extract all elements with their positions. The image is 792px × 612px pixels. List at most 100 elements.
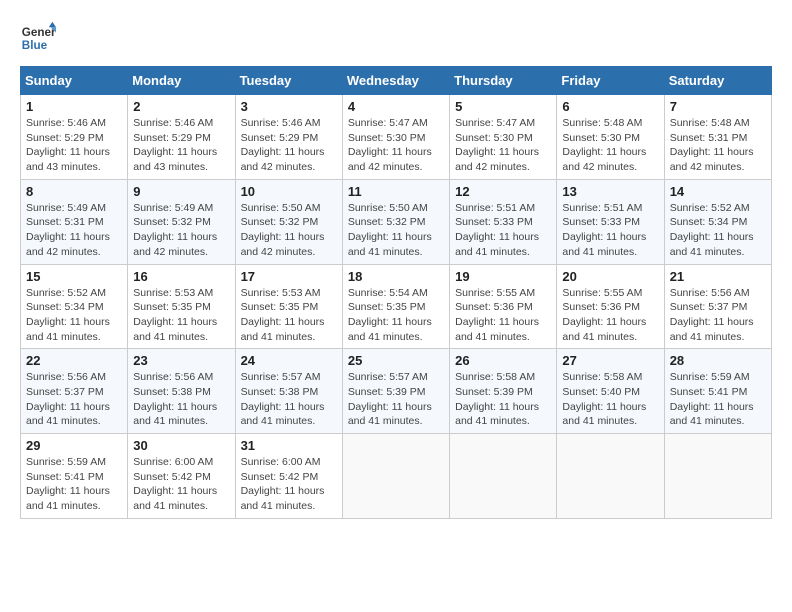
- day-detail: Sunrise: 5:58 AMSunset: 5:39 PMDaylight:…: [455, 371, 539, 427]
- calendar-day-cell: 16 Sunrise: 5:53 AMSunset: 5:35 PMDaylig…: [128, 264, 235, 349]
- calendar-day-cell: 20 Sunrise: 5:55 AMSunset: 5:36 PMDaylig…: [557, 264, 664, 349]
- calendar-day-cell: 6 Sunrise: 5:48 AMSunset: 5:30 PMDayligh…: [557, 95, 664, 180]
- calendar-day-cell: 14 Sunrise: 5:52 AMSunset: 5:34 PMDaylig…: [664, 179, 771, 264]
- day-detail: Sunrise: 5:54 AMSunset: 5:35 PMDaylight:…: [348, 287, 432, 343]
- day-number: 5: [455, 99, 551, 114]
- calendar-day-cell: 17 Sunrise: 5:53 AMSunset: 5:35 PMDaylig…: [235, 264, 342, 349]
- day-number: 3: [241, 99, 337, 114]
- calendar-body: 1 Sunrise: 5:46 AMSunset: 5:29 PMDayligh…: [21, 95, 772, 519]
- day-number: 19: [455, 269, 551, 284]
- day-number: 10: [241, 184, 337, 199]
- day-number: 27: [562, 353, 658, 368]
- weekday-header-cell: Friday: [557, 67, 664, 95]
- day-detail: Sunrise: 6:00 AMSunset: 5:42 PMDaylight:…: [241, 456, 325, 512]
- weekday-header-cell: Sunday: [21, 67, 128, 95]
- calendar-day-cell: 22 Sunrise: 5:56 AMSunset: 5:37 PMDaylig…: [21, 349, 128, 434]
- day-number: 6: [562, 99, 658, 114]
- day-number: 17: [241, 269, 337, 284]
- day-detail: Sunrise: 5:53 AMSunset: 5:35 PMDaylight:…: [133, 287, 217, 343]
- calendar-day-cell: 9 Sunrise: 5:49 AMSunset: 5:32 PMDayligh…: [128, 179, 235, 264]
- day-number: 7: [670, 99, 766, 114]
- weekday-header-cell: Wednesday: [342, 67, 449, 95]
- calendar-day-cell: 31 Sunrise: 6:00 AMSunset: 5:42 PMDaylig…: [235, 434, 342, 519]
- calendar-day-cell: 4 Sunrise: 5:47 AMSunset: 5:30 PMDayligh…: [342, 95, 449, 180]
- logo-icon: General Blue: [20, 20, 56, 56]
- calendar-day-cell: 19 Sunrise: 5:55 AMSunset: 5:36 PMDaylig…: [450, 264, 557, 349]
- calendar-day-cell: 1 Sunrise: 5:46 AMSunset: 5:29 PMDayligh…: [21, 95, 128, 180]
- weekday-header-cell: Tuesday: [235, 67, 342, 95]
- calendar-day-cell: 3 Sunrise: 5:46 AMSunset: 5:29 PMDayligh…: [235, 95, 342, 180]
- day-detail: Sunrise: 5:52 AMSunset: 5:34 PMDaylight:…: [26, 287, 110, 343]
- calendar-day-cell: 29 Sunrise: 5:59 AMSunset: 5:41 PMDaylig…: [21, 434, 128, 519]
- day-number: 15: [26, 269, 122, 284]
- day-number: 14: [670, 184, 766, 199]
- day-detail: Sunrise: 6:00 AMSunset: 5:42 PMDaylight:…: [133, 456, 217, 512]
- day-detail: Sunrise: 5:56 AMSunset: 5:38 PMDaylight:…: [133, 371, 217, 427]
- day-number: 21: [670, 269, 766, 284]
- day-number: 25: [348, 353, 444, 368]
- weekday-header-cell: Saturday: [664, 67, 771, 95]
- calendar-day-cell: 28 Sunrise: 5:59 AMSunset: 5:41 PMDaylig…: [664, 349, 771, 434]
- day-detail: Sunrise: 5:53 AMSunset: 5:35 PMDaylight:…: [241, 287, 325, 343]
- calendar-table: SundayMondayTuesdayWednesdayThursdayFrid…: [20, 66, 772, 519]
- day-number: 30: [133, 438, 229, 453]
- day-detail: Sunrise: 5:47 AMSunset: 5:30 PMDaylight:…: [348, 117, 432, 173]
- weekday-header-row: SundayMondayTuesdayWednesdayThursdayFrid…: [21, 67, 772, 95]
- day-detail: Sunrise: 5:59 AMSunset: 5:41 PMDaylight:…: [670, 371, 754, 427]
- svg-text:Blue: Blue: [22, 39, 48, 52]
- calendar-week-row: 1 Sunrise: 5:46 AMSunset: 5:29 PMDayligh…: [21, 95, 772, 180]
- calendar-day-cell: 30 Sunrise: 6:00 AMSunset: 5:42 PMDaylig…: [128, 434, 235, 519]
- day-detail: Sunrise: 5:48 AMSunset: 5:31 PMDaylight:…: [670, 117, 754, 173]
- weekday-header-cell: Monday: [128, 67, 235, 95]
- day-detail: Sunrise: 5:59 AMSunset: 5:41 PMDaylight:…: [26, 456, 110, 512]
- calendar-day-cell: [342, 434, 449, 519]
- day-detail: Sunrise: 5:55 AMSunset: 5:36 PMDaylight:…: [455, 287, 539, 343]
- calendar-day-cell: [664, 434, 771, 519]
- day-number: 29: [26, 438, 122, 453]
- calendar-day-cell: 15 Sunrise: 5:52 AMSunset: 5:34 PMDaylig…: [21, 264, 128, 349]
- day-number: 24: [241, 353, 337, 368]
- day-number: 22: [26, 353, 122, 368]
- calendar-day-cell: 21 Sunrise: 5:56 AMSunset: 5:37 PMDaylig…: [664, 264, 771, 349]
- day-number: 2: [133, 99, 229, 114]
- day-detail: Sunrise: 5:47 AMSunset: 5:30 PMDaylight:…: [455, 117, 539, 173]
- logo: General Blue: [20, 20, 56, 56]
- calendar-day-cell: 27 Sunrise: 5:58 AMSunset: 5:40 PMDaylig…: [557, 349, 664, 434]
- day-detail: Sunrise: 5:56 AMSunset: 5:37 PMDaylight:…: [26, 371, 110, 427]
- calendar-day-cell: 2 Sunrise: 5:46 AMSunset: 5:29 PMDayligh…: [128, 95, 235, 180]
- calendar-day-cell: 18 Sunrise: 5:54 AMSunset: 5:35 PMDaylig…: [342, 264, 449, 349]
- day-number: 8: [26, 184, 122, 199]
- day-number: 23: [133, 353, 229, 368]
- day-detail: Sunrise: 5:57 AMSunset: 5:38 PMDaylight:…: [241, 371, 325, 427]
- calendar-day-cell: 5 Sunrise: 5:47 AMSunset: 5:30 PMDayligh…: [450, 95, 557, 180]
- day-number: 11: [348, 184, 444, 199]
- calendar-day-cell: 10 Sunrise: 5:50 AMSunset: 5:32 PMDaylig…: [235, 179, 342, 264]
- calendar-week-row: 29 Sunrise: 5:59 AMSunset: 5:41 PMDaylig…: [21, 434, 772, 519]
- day-detail: Sunrise: 5:52 AMSunset: 5:34 PMDaylight:…: [670, 202, 754, 258]
- weekday-header-cell: Thursday: [450, 67, 557, 95]
- calendar-day-cell: 24 Sunrise: 5:57 AMSunset: 5:38 PMDaylig…: [235, 349, 342, 434]
- svg-text:General: General: [22, 26, 56, 39]
- day-detail: Sunrise: 5:50 AMSunset: 5:32 PMDaylight:…: [241, 202, 325, 258]
- day-number: 31: [241, 438, 337, 453]
- header: General Blue: [20, 20, 772, 56]
- day-number: 13: [562, 184, 658, 199]
- day-number: 12: [455, 184, 551, 199]
- day-detail: Sunrise: 5:46 AMSunset: 5:29 PMDaylight:…: [133, 117, 217, 173]
- calendar-day-cell: 13 Sunrise: 5:51 AMSunset: 5:33 PMDaylig…: [557, 179, 664, 264]
- calendar-day-cell: 26 Sunrise: 5:58 AMSunset: 5:39 PMDaylig…: [450, 349, 557, 434]
- calendar-day-cell: 25 Sunrise: 5:57 AMSunset: 5:39 PMDaylig…: [342, 349, 449, 434]
- day-detail: Sunrise: 5:51 AMSunset: 5:33 PMDaylight:…: [562, 202, 646, 258]
- day-number: 18: [348, 269, 444, 284]
- day-detail: Sunrise: 5:57 AMSunset: 5:39 PMDaylight:…: [348, 371, 432, 427]
- calendar-day-cell: 8 Sunrise: 5:49 AMSunset: 5:31 PMDayligh…: [21, 179, 128, 264]
- calendar-day-cell: [450, 434, 557, 519]
- day-number: 20: [562, 269, 658, 284]
- calendar-day-cell: [557, 434, 664, 519]
- day-number: 28: [670, 353, 766, 368]
- day-detail: Sunrise: 5:56 AMSunset: 5:37 PMDaylight:…: [670, 287, 754, 343]
- day-number: 26: [455, 353, 551, 368]
- calendar-week-row: 8 Sunrise: 5:49 AMSunset: 5:31 PMDayligh…: [21, 179, 772, 264]
- calendar-week-row: 15 Sunrise: 5:52 AMSunset: 5:34 PMDaylig…: [21, 264, 772, 349]
- calendar-day-cell: 11 Sunrise: 5:50 AMSunset: 5:32 PMDaylig…: [342, 179, 449, 264]
